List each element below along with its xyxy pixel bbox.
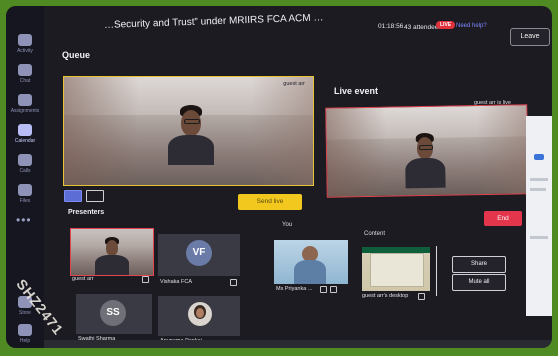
avatar: VF [186, 240, 212, 266]
mic-icon[interactable] [230, 279, 237, 286]
rail-calls[interactable]: Calls [10, 154, 40, 174]
teams-window: Activity Chat Assignments Calendar Calls… [6, 6, 552, 348]
share-button[interactable]: Share [452, 256, 506, 273]
video-icon[interactable] [320, 286, 327, 293]
background-window [526, 116, 552, 316]
live-event-title: Live event [334, 86, 379, 96]
need-help-link[interactable]: Need help? [456, 23, 487, 29]
content-name: guest arr's desktop [362, 293, 409, 299]
layout-split-icon[interactable] [86, 190, 104, 202]
mute-all-button[interactable]: Mute all [452, 274, 506, 291]
presenter-name: Vishaka FCA [160, 279, 192, 285]
rail-calendar[interactable]: Calendar [10, 124, 40, 144]
you-name: Ms Priyanka ... [276, 286, 313, 292]
rail-files[interactable]: Files [10, 184, 40, 204]
leave-button[interactable]: Leave [510, 28, 550, 46]
presenter-tile[interactable] [70, 228, 154, 276]
assignments-icon [18, 94, 32, 106]
presenters-title: Presenters [68, 209, 105, 216]
bell-icon [18, 34, 32, 46]
you-title: You [282, 222, 293, 228]
presenter-tile[interactable]: SS [76, 294, 152, 334]
avatar [188, 302, 212, 326]
queue-video[interactable]: guest arr [63, 76, 314, 186]
presenter-tile[interactable] [158, 296, 240, 336]
end-button[interactable]: End [484, 211, 522, 226]
rail-activity[interactable]: Activity [10, 34, 40, 54]
layout-single-icon[interactable] [64, 190, 82, 202]
rail-assignments[interactable]: Assignments [10, 94, 40, 114]
send-live-button[interactable]: Send live [238, 194, 302, 210]
meeting-header: …Security and Trust” under MRIIRS FCA AC… [44, 6, 552, 46]
live-badge: LIVE [436, 21, 456, 29]
more-apps-icon[interactable]: ••• [16, 213, 32, 227]
pin-icon[interactable] [418, 293, 425, 300]
taskbar [44, 340, 552, 348]
presenter-tile[interactable]: VF [158, 234, 240, 276]
avatar: SS [100, 300, 126, 326]
content-title: Content [364, 231, 386, 237]
meeting-title: …Security and Trust” under MRIIRS FCA AC… [103, 12, 324, 31]
phone-icon [18, 154, 32, 166]
mic-icon[interactable] [330, 286, 337, 293]
meeting-timer: 01:18:56 [378, 23, 404, 30]
file-icon [18, 184, 32, 196]
you-tile[interactable] [274, 240, 348, 284]
help-icon [18, 324, 32, 336]
rail-help[interactable]: Help [10, 324, 40, 344]
queue-tile-label: guest arr [283, 81, 305, 87]
divider [436, 246, 437, 296]
presenter-name: guest arr [72, 276, 94, 282]
content-share-tile[interactable] [362, 247, 430, 291]
queue-title: Queue [62, 50, 91, 60]
mic-icon[interactable] [142, 276, 149, 283]
live-video[interactable] [325, 104, 529, 198]
chat-icon [18, 64, 32, 76]
rail-chat[interactable]: Chat [10, 64, 40, 84]
calendar-icon [18, 124, 32, 136]
